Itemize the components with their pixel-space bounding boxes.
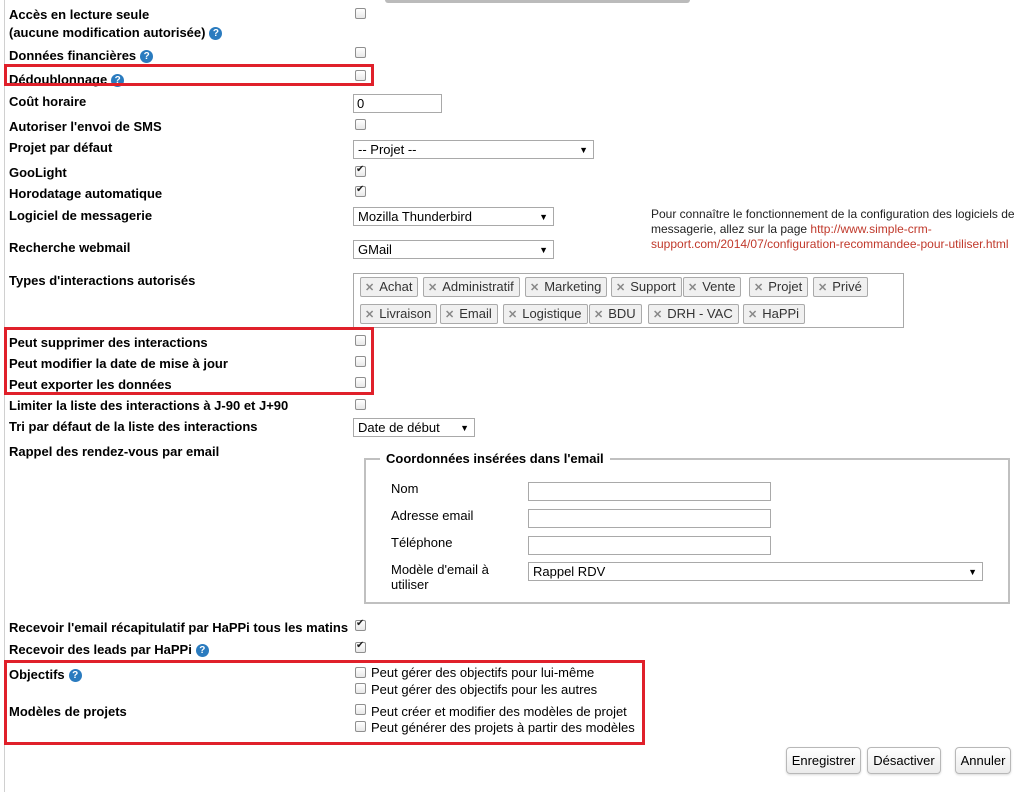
email-input[interactable] — [528, 509, 771, 528]
remove-tag-icon[interactable]: ✕ — [508, 309, 517, 321]
tag-chip: ✕ Projet — [749, 277, 809, 297]
phone-input[interactable] — [528, 536, 771, 555]
tag-chip: ✕ Logistique — [503, 304, 588, 324]
mail-config-info: Pour connaître le fonctionnement de la c… — [651, 207, 1015, 251]
tag-chip: ✕ Support — [611, 277, 682, 297]
label-readonly: Accès en lecture seule — [9, 7, 150, 22]
label-financial: Données financières? — [9, 47, 154, 64]
remove-tag-icon[interactable]: ✕ — [445, 309, 454, 321]
mail-software-select[interactable]: Mozilla Thunderbird ▼ — [353, 207, 554, 226]
remove-tag-icon[interactable]: ✕ — [428, 282, 437, 294]
sms-checkbox[interactable] — [355, 119, 366, 130]
default-project-select[interactable]: -- Projet -- ▼ — [353, 140, 594, 159]
tag-chip: ✕ HaPPi — [743, 304, 806, 324]
remove-tag-icon[interactable]: ✕ — [530, 282, 539, 294]
auto-timestamp-checkbox[interactable] — [355, 184, 366, 197]
label-limit-list: Limiter la liste des interactions à J-90… — [9, 398, 289, 413]
remove-tag-icon[interactable]: ✕ — [616, 282, 625, 294]
highlight-dedup — [4, 64, 374, 86]
dropdown-arrow-icon: ▼ — [460, 423, 469, 433]
label-reminder: Rappel des rendez-vous par email — [9, 444, 220, 459]
tag-chip: ✕ Administratif — [423, 277, 520, 297]
tag-chip: ✕ Marketing — [525, 277, 608, 297]
remove-tag-icon[interactable]: ✕ — [365, 282, 374, 294]
label-interaction-types: Types d'interactions autorisés — [9, 273, 196, 288]
label-sms: Autoriser l'envoi de SMS — [9, 119, 162, 134]
tag-chip: ✕ BDU — [589, 304, 642, 324]
cancel-button[interactable]: Annuler — [955, 747, 1011, 774]
label-email: Adresse email — [391, 508, 474, 523]
deactivate-button[interactable]: Désactiver — [867, 747, 941, 774]
hourly-cost-input[interactable]: 0 — [353, 94, 442, 113]
label-webmail: Recherche webmail — [9, 240, 131, 255]
label-auto-timestamp: Horodatage automatique — [9, 186, 163, 201]
remove-tag-icon[interactable]: ✕ — [818, 282, 827, 294]
financial-checkbox[interactable] — [355, 47, 366, 58]
tag-chip: ✕ Livraison — [360, 304, 438, 324]
remove-tag-icon[interactable]: ✕ — [653, 309, 662, 321]
label-recap-email: Recevoir l'email récapitulatif par HaPPi… — [9, 620, 349, 635]
help-icon[interactable]: ? — [195, 644, 209, 657]
default-sort-select[interactable]: Date de début ▼ — [353, 418, 475, 437]
label-leads: Recevoir des leads par HaPPi? — [9, 641, 209, 658]
highlight-permissions — [4, 327, 374, 395]
dropdown-arrow-icon: ▼ — [539, 245, 548, 255]
remove-tag-icon[interactable]: ✕ — [688, 282, 697, 294]
tag-chip: ✕ Email — [440, 304, 498, 324]
help-icon[interactable]: ? — [209, 27, 223, 40]
dropdown-arrow-icon: ▼ — [579, 145, 588, 155]
dropdown-shadow — [385, 0, 690, 3]
label-email-template: Modèle d'email à utiliser — [391, 562, 489, 592]
email-fields-legend: Coordonnées insérées dans l'email — [380, 450, 610, 467]
label-default-sort: Tri par défaut de la liste des interacti… — [9, 419, 258, 434]
save-button[interactable]: Enregistrer — [786, 747, 861, 774]
limit-list-checkbox[interactable] — [355, 399, 366, 410]
dropdown-arrow-icon: ▼ — [968, 567, 977, 577]
readonly-checkbox[interactable] — [355, 8, 366, 19]
label-goolight: GooLight — [9, 165, 67, 180]
remove-tag-icon[interactable]: ✕ — [594, 309, 603, 321]
label-phone: Téléphone — [391, 535, 453, 550]
remove-tag-icon[interactable]: ✕ — [748, 309, 757, 321]
email-template-select[interactable]: Rappel RDV ▼ — [528, 562, 983, 581]
help-icon[interactable]: ? — [140, 50, 154, 63]
label-mail-software: Logiciel de messagerie — [9, 208, 153, 223]
label-default-project: Projet par défaut — [9, 140, 113, 155]
label-hourly-cost: Coût horaire — [9, 94, 87, 109]
tag-chip: ✕ Privé — [813, 277, 868, 297]
highlight-objectives-templates — [4, 660, 645, 745]
goolight-checkbox[interactable] — [355, 164, 366, 177]
recap-email-checkbox[interactable] — [355, 618, 366, 631]
remove-tag-icon[interactable]: ✕ — [754, 282, 763, 294]
tag-chip: ✕ Achat — [360, 277, 419, 297]
label-readonly-sub: (aucune modification autorisée)? — [9, 24, 223, 41]
webmail-select[interactable]: GMail ▼ — [353, 240, 554, 259]
tag-chip: ✕ Vente — [683, 277, 742, 297]
name-input[interactable] — [528, 482, 771, 501]
label-name: Nom — [391, 481, 419, 496]
leads-checkbox[interactable] — [355, 640, 366, 653]
remove-tag-icon[interactable]: ✕ — [365, 309, 374, 321]
tag-chip: ✕ DRH - VAC — [648, 304, 739, 324]
dropdown-arrow-icon: ▼ — [539, 212, 548, 222]
